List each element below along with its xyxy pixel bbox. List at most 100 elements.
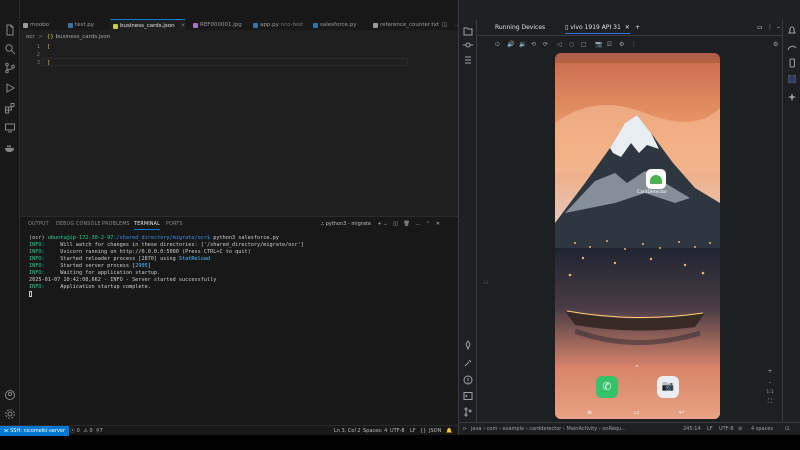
phone-dialer-app[interactable]: ✆ bbox=[596, 376, 618, 398]
path-segment[interactable]: java bbox=[471, 426, 481, 432]
problems-icon[interactable] bbox=[463, 375, 473, 385]
indentation[interactable]: Spaces: 4 bbox=[363, 426, 387, 436]
indent-settings[interactable]: 4 spaces bbox=[751, 426, 773, 432]
encoding[interactable]: UTF-8 bbox=[390, 426, 405, 436]
account-icon[interactable] bbox=[4, 389, 16, 401]
terminal-instance-label[interactable]: python3 - migrate bbox=[326, 221, 371, 227]
close-device-tab-icon[interactable]: ✕ bbox=[625, 24, 630, 31]
search-icon[interactable] bbox=[4, 43, 16, 55]
explorer-icon[interactable] bbox=[4, 24, 16, 36]
panel-tab-ports[interactable]: PORTS bbox=[166, 222, 183, 227]
more-toolbar-icon[interactable]: ⋮ bbox=[631, 41, 639, 49]
editor-tab[interactable]: app.py nco-test bbox=[250, 19, 303, 32]
panel-options-icon[interactable]: ⋮ bbox=[767, 24, 773, 31]
app-icon-carddetector[interactable]: CardDetector bbox=[637, 169, 668, 199]
home-button-icon[interactable]: ○ bbox=[569, 41, 577, 49]
hide-panel-icon[interactable]: – bbox=[777, 24, 780, 31]
panel-tab-debug-console[interactable]: DEBUG CONSOLE bbox=[56, 222, 101, 227]
path-segment[interactable]: example bbox=[503, 426, 525, 432]
nav-home-icon[interactable]: ▭ bbox=[634, 409, 640, 416]
back-button-icon[interactable]: ◁ bbox=[557, 41, 565, 49]
gemini-icon[interactable] bbox=[463, 340, 473, 350]
end-of-line[interactable]: LF bbox=[410, 426, 416, 436]
panel-tab-output[interactable]: OUTPUT bbox=[28, 222, 49, 227]
terminal-line: INFO: Application startup complete. bbox=[29, 284, 151, 290]
split-editor-icon[interactable]: ◫ bbox=[442, 22, 447, 28]
close-panel-icon[interactable]: ✕ bbox=[436, 221, 440, 227]
volume-up-icon[interactable]: 🔊 bbox=[507, 41, 515, 49]
screen-record-icon[interactable]: ⎚ bbox=[607, 41, 615, 49]
build-icon[interactable] bbox=[463, 358, 473, 368]
code-editor[interactable]: 1 [2 3] bbox=[20, 42, 458, 214]
caret-position[interactable]: 245:14 bbox=[683, 426, 701, 432]
rotate-right-icon[interactable]: ⟳ bbox=[543, 41, 551, 49]
commit-icon[interactable] bbox=[463, 40, 473, 50]
maximize-panel-icon[interactable]: ⌃ bbox=[426, 221, 430, 227]
breadcrumb-folder[interactable]: ocr bbox=[26, 34, 35, 40]
path-segment[interactable]: com bbox=[487, 426, 498, 432]
notifications-icon[interactable] bbox=[787, 26, 797, 36]
rotate-left-icon[interactable]: ⟲ bbox=[531, 41, 539, 49]
breadcrumb-file[interactable]: business_cards.json bbox=[56, 34, 111, 40]
close-tab-icon[interactable]: ✕ bbox=[181, 23, 186, 29]
notifications-bell-icon[interactable]: 🔔 bbox=[446, 426, 452, 436]
nav-recents-icon[interactable]: ≡ bbox=[587, 409, 592, 416]
cursor-position[interactable]: Ln 3, Col 2 bbox=[334, 426, 361, 436]
zoom-out-button[interactable]: – bbox=[764, 379, 776, 386]
editor-tab[interactable]: reference_counter.txt bbox=[370, 19, 439, 32]
path-segment[interactable]: carddetector bbox=[529, 426, 561, 432]
problems-indicator[interactable]: ⓧ 0 ⚠ 0 bbox=[70, 426, 93, 436]
source-control-icon[interactable] bbox=[4, 62, 16, 74]
status-lock-icon[interactable]: ⊡ bbox=[785, 426, 789, 432]
editor-tab[interactable]: business_cards.json ✕ bbox=[110, 19, 186, 32]
version-control-icon[interactable] bbox=[463, 407, 473, 417]
mirror-settings-icon[interactable]: ⚙ bbox=[619, 41, 627, 49]
read-only-toggle-icon[interactable]: ⊘ bbox=[738, 426, 742, 432]
power-icon[interactable]: ⏻ bbox=[495, 41, 503, 49]
more-actions-icon[interactable]: … bbox=[415, 221, 420, 227]
zoom-actual-size-button[interactable]: 1:1 bbox=[764, 390, 776, 395]
structure-icon[interactable] bbox=[463, 55, 473, 65]
nav-back-icon[interactable]: ↩ bbox=[679, 409, 684, 416]
zoom-fit-button[interactable]: ⛶ bbox=[764, 398, 776, 406]
overview-button-icon[interactable]: □ bbox=[581, 41, 589, 49]
path-segment[interactable]: onRequ... bbox=[602, 426, 626, 432]
kill-terminal-icon[interactable]: 🗑 bbox=[403, 221, 409, 227]
ports-indicator[interactable]: ⚲7 bbox=[96, 426, 103, 436]
path-segment[interactable]: MainActivity bbox=[567, 426, 598, 432]
editor-tab[interactable]: moobo bbox=[20, 19, 49, 32]
add-device-button[interactable]: + bbox=[635, 24, 640, 31]
app-drawer-arrow-icon[interactable]: ⌃ bbox=[634, 364, 640, 372]
project-folder-icon[interactable] bbox=[463, 26, 473, 36]
panel-layout-icon[interactable]: ▭ bbox=[757, 24, 763, 31]
screenshot-icon[interactable]: 📷 bbox=[595, 41, 603, 49]
panel-tab-problems[interactable]: PROBLEMS bbox=[102, 222, 130, 227]
terminal-dropdown-icon[interactable]: ⌄ bbox=[383, 221, 387, 227]
running-devices-icon[interactable] bbox=[787, 74, 797, 84]
editor-tab[interactable]: salesforce.py bbox=[310, 19, 356, 32]
settings-gear-icon[interactable] bbox=[4, 408, 16, 420]
gradle-icon[interactable] bbox=[787, 42, 797, 52]
language-mode[interactable]: JSON bbox=[429, 426, 441, 436]
gemini-assistant-icon[interactable] bbox=[787, 92, 797, 102]
panel-tab-terminal[interactable]: TERMINAL bbox=[134, 222, 160, 230]
device-settings-icon[interactable]: ⚙ bbox=[773, 41, 781, 49]
docker-icon[interactable] bbox=[4, 142, 16, 154]
line-separator[interactable]: LF bbox=[707, 426, 713, 432]
editor-tab[interactable]: test.py bbox=[65, 19, 94, 32]
device-manager-icon[interactable] bbox=[787, 58, 797, 68]
new-terminal-button[interactable]: + bbox=[378, 221, 382, 227]
volume-down-icon[interactable]: 🔉 bbox=[519, 41, 527, 49]
file-encoding[interactable]: UTF-8 bbox=[719, 426, 734, 432]
terminal-icon[interactable] bbox=[463, 391, 473, 401]
editor-tab[interactable]: REF000001.jpg bbox=[190, 19, 242, 32]
camera-app[interactable]: 📷 bbox=[657, 376, 679, 398]
zoom-in-button[interactable]: + bbox=[764, 368, 776, 375]
device-tab[interactable]: ▯ vivo 1919 API 31 ✕ bbox=[565, 24, 630, 34]
device-screen[interactable]: CardDetector ✆ 📷 ⌃ ≡ ▭ ↩ bbox=[555, 53, 720, 419]
remote-indicator[interactable]: ⫘ SSH: nicomeiki-server bbox=[0, 426, 70, 436]
split-terminal-icon[interactable]: ◫ bbox=[393, 221, 398, 227]
run-debug-icon[interactable] bbox=[4, 82, 16, 94]
extensions-icon[interactable] bbox=[4, 102, 16, 114]
remote-explorer-icon[interactable] bbox=[4, 122, 16, 134]
